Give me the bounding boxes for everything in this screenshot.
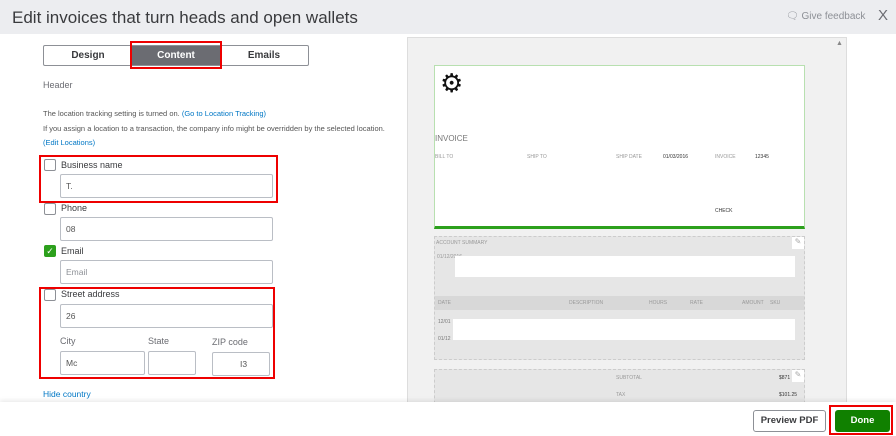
phone-checkbox[interactable]	[44, 203, 56, 215]
business-name-input[interactable]: T.	[60, 174, 273, 198]
ship-date-label: SHIP DATE	[616, 154, 642, 160]
col-description: DESCRIPTION	[569, 300, 604, 306]
location-tracking-link[interactable]: (Go to Location Tracking)	[182, 109, 266, 118]
location-info: The location tracking setting is turned …	[43, 109, 267, 118]
phone-input[interactable]: 08	[60, 217, 273, 241]
subtotal-label: SUBTOTAL	[616, 375, 642, 381]
phone-label: Phone	[61, 203, 88, 213]
give-feedback-link[interactable]: 🗨 Give feedback	[786, 11, 865, 22]
account-summary-label: ACCOUNT SUMMARY	[436, 240, 488, 246]
business-name-label: Business name	[61, 160, 123, 170]
tab-emails[interactable]: Emails	[220, 46, 308, 65]
street-address-label: Street address	[61, 289, 120, 299]
redacted-area	[455, 256, 795, 277]
zip-input[interactable]: I3	[212, 352, 270, 376]
edit-pencil-icon[interactable]: ✎	[792, 370, 804, 382]
ship-to-label: SHIP TO	[527, 154, 547, 160]
state-label: State	[148, 336, 170, 346]
tab-design[interactable]: Design	[44, 46, 132, 65]
col-sku: SKU	[770, 300, 781, 306]
done-button[interactable]: Done	[835, 410, 890, 432]
zip-label: ZIP code	[212, 337, 248, 347]
business-name-checkbox[interactable]	[44, 159, 56, 171]
col-rate: RATE	[690, 300, 703, 306]
email-input[interactable]: Email	[60, 260, 273, 284]
scroll-up-arrow[interactable]: ▲	[836, 40, 843, 47]
item-row-1: 12/01	[438, 319, 451, 325]
subtotal-value: $871	[779, 375, 791, 381]
ship-date: 01/03/2016	[663, 154, 689, 160]
street-address-checkbox[interactable]	[44, 289, 56, 301]
payment-check: CHECK	[715, 208, 733, 214]
col-date: DATE	[438, 300, 451, 306]
tax-value: $101.25	[779, 392, 798, 398]
invoice-paper	[434, 65, 805, 229]
close-button[interactable]: X	[878, 7, 888, 24]
email-label: Email	[61, 246, 84, 256]
col-hours: HOURS	[649, 300, 668, 306]
email-checkbox[interactable]: ✓	[44, 245, 56, 257]
bill-to-label: BILL TO	[435, 154, 454, 160]
city-label: City	[60, 336, 76, 346]
feedback-icon: 🗨	[786, 11, 802, 22]
override-info: If you assign a location to a transactio…	[43, 124, 385, 133]
page-title: Edit invoices that turn heads and open w…	[12, 8, 358, 27]
redacted-area	[453, 319, 795, 340]
edit-pencil-icon[interactable]: ✎	[792, 237, 804, 249]
state-input[interactable]	[148, 351, 196, 375]
street-address-input[interactable]: 26	[60, 304, 273, 328]
invoice-number: 12345	[755, 154, 769, 160]
invoice-title: INVOICE	[435, 134, 468, 143]
edit-locations-link[interactable]: (Edit Locations)	[43, 138, 95, 147]
item-row-2: 01/12	[438, 336, 451, 342]
highlight-content-tab	[130, 41, 222, 69]
col-amount: AMOUNT	[742, 300, 764, 306]
invoice-number-label: INVOICE	[715, 154, 736, 160]
preview-pdf-button[interactable]: Preview PDF	[753, 410, 826, 432]
tax-label: TAX	[616, 392, 626, 398]
hide-country-link[interactable]: Hide country	[43, 389, 91, 399]
section-heading: Header	[43, 80, 73, 90]
city-input[interactable]: Mc	[60, 351, 145, 375]
company-logo-gear-icon: ⚙	[440, 68, 464, 98]
